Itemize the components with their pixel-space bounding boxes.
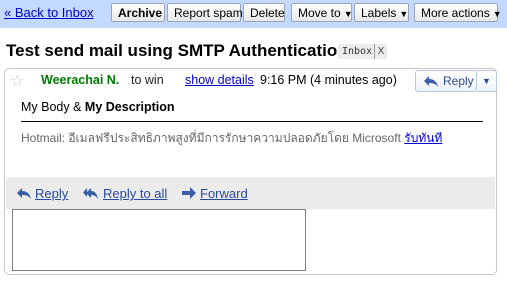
star-icon[interactable]: ☆ <box>10 71 24 91</box>
labels-button[interactable]: Labels ▼ <box>354 3 409 22</box>
reply-button[interactable]: Reply <box>415 70 477 92</box>
archive-button-label: Archive <box>118 6 163 20</box>
message-body: My Body & My Description <box>21 100 175 114</box>
chevron-down-icon: ▼ <box>399 9 409 19</box>
reply-menu-button[interactable]: ▼ <box>477 70 497 92</box>
forward-action[interactable]: Forward <box>181 186 248 201</box>
footer-link[interactable]: รับทันที <box>404 131 442 145</box>
recipient-text: to win <box>131 73 164 87</box>
archive-button[interactable]: Archive <box>111 3 165 22</box>
chevron-down-icon: ▼ <box>482 76 491 86</box>
inbox-label-chip[interactable]: Inbox <box>338 44 377 59</box>
back-to-inbox-link[interactable]: « Back to Inbox <box>4 5 94 20</box>
forward-action-label: Forward <box>200 186 248 201</box>
chevron-down-icon: ▼ <box>492 9 502 19</box>
labels-button-label: Labels <box>361 6 397 20</box>
message-card: ☆ Weerachai N. to win show details 9:16 … <box>4 68 497 275</box>
reply-to-all-action[interactable]: Reply to all <box>83 186 167 201</box>
more-actions-button-label: More actions <box>421 6 490 20</box>
delete-button-label: Delete <box>250 6 285 20</box>
reply-action-label: Reply <box>35 186 69 201</box>
hotmail-footer: Hotmail: อีเมลฟรีประสิทธิภาพสูงที่มีการร… <box>21 129 442 148</box>
delete-button[interactable]: Delete <box>243 3 285 22</box>
report-spam-button-label: Report spam <box>174 6 243 20</box>
remove-label-button[interactable]: X <box>374 44 387 59</box>
move-to-button[interactable]: Move to ▼ <box>291 3 353 22</box>
chevron-down-icon: ▼ <box>343 9 353 19</box>
reply-action[interactable]: Reply <box>16 186 68 201</box>
message-subject: Test send mail using SMTP Authentication <box>6 41 348 60</box>
reply-arrow-icon <box>424 76 438 87</box>
message-header: ☆ Weerachai N. to win show details 9:16 … <box>5 69 497 95</box>
reply-to-all-label: Reply to all <box>103 186 168 201</box>
reply-arrow-icon <box>17 188 31 199</box>
reply-actions-bar: Reply Reply to all Forward <box>6 177 495 209</box>
more-actions-button[interactable]: More actions ▼ <box>414 3 502 22</box>
sender-name: Weerachai N. <box>41 73 120 87</box>
body-bold-text: My Description <box>84 100 175 114</box>
reply-button-label: Reply <box>443 74 474 88</box>
body-plain-text: My Body & <box>21 100 85 114</box>
reply-all-arrow-icon <box>83 188 98 199</box>
message-time: 9:16 PM (4 minutes ago) <box>260 73 397 87</box>
forward-arrow-icon <box>182 187 196 199</box>
show-details-link[interactable]: show details <box>185 73 254 87</box>
move-to-button-label: Move to <box>298 6 341 20</box>
report-spam-button[interactable]: Report spam <box>167 3 243 22</box>
quick-reply-textarea[interactable] <box>12 209 306 271</box>
footer-text: Hotmail: อีเมลฟรีประสิทธิภาพสูงที่มีการร… <box>21 131 401 145</box>
toolbar: « Back to Inbox Archive Report spam Dele… <box>0 0 507 28</box>
signature-divider <box>21 121 483 122</box>
